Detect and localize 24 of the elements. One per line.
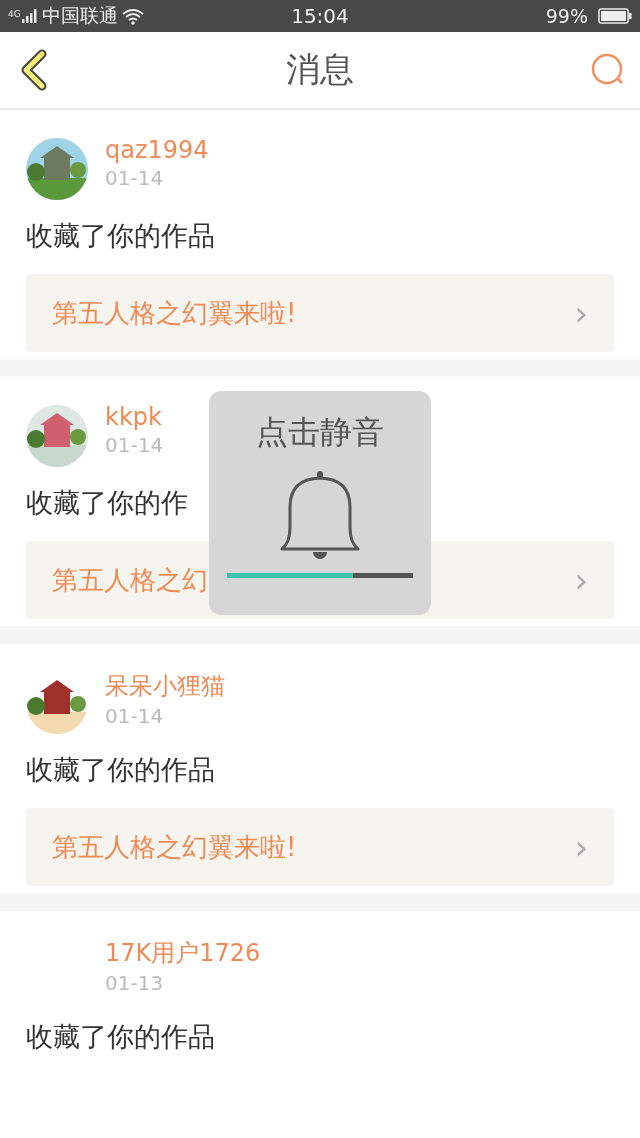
clock-time: 15:04 bbox=[291, 4, 349, 28]
user-name[interactable]: kkpk bbox=[105, 403, 164, 431]
message-date: 01-14 bbox=[105, 166, 165, 190]
message-date: 01-14 bbox=[105, 433, 164, 457]
battery-percent: 99% bbox=[545, 5, 588, 27]
network-label: 4G bbox=[8, 9, 21, 19]
battery-icon bbox=[598, 8, 632, 24]
user-name[interactable]: 17K用户1726 bbox=[105, 937, 261, 969]
volume-popup[interactable]: 点击静音 bbox=[209, 391, 431, 615]
message-text: 收藏了你的作品 bbox=[26, 753, 216, 787]
work-link[interactable]: 第五人格之幻翼来啦! › bbox=[26, 808, 614, 886]
message-text: 收藏了你的作品 bbox=[26, 1020, 216, 1054]
user-name[interactable]: qaz1994 bbox=[105, 136, 209, 164]
message-text: 收藏了你的作品 bbox=[26, 219, 216, 253]
wifi-icon bbox=[121, 7, 144, 25]
message-text: 收藏了你的作 bbox=[26, 486, 189, 520]
message-date: 01-13 bbox=[105, 971, 165, 995]
carrier-name: 中国联通 bbox=[41, 3, 118, 28]
page-title: 消息 bbox=[286, 48, 354, 91]
user-name[interactable]: 呆呆小狸猫 bbox=[105, 670, 225, 702]
message-date: 01-14 bbox=[105, 704, 165, 728]
popup-title: 点击静音 bbox=[256, 412, 384, 453]
work-link[interactable]: 第五人格之幻翼来啦! › bbox=[26, 274, 614, 352]
signal-icon bbox=[21, 9, 38, 23]
